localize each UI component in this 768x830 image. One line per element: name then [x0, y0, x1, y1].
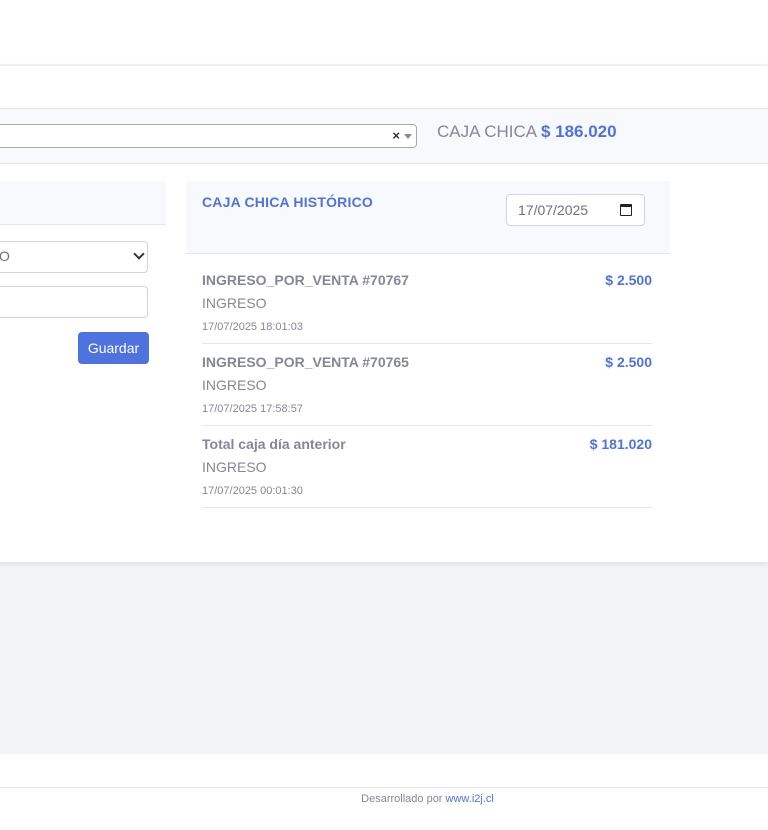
form-panel-header — [0, 181, 166, 225]
amount-input[interactable] — [0, 286, 148, 318]
footer-link[interactable]: www.i2j.cl — [446, 793, 494, 805]
item-name: INGRESO_POR_VENTA #70767 — [202, 272, 409, 288]
item-timestamp: 17/07/2025 18:01:03 — [202, 321, 303, 333]
item-timestamp: 17/07/2025 00:01:30 — [202, 485, 303, 497]
item-amount: $ 2.500 — [605, 354, 652, 370]
save-button[interactable]: Guardar — [78, 332, 149, 364]
item-type: INGRESO — [202, 459, 267, 475]
date-value: 17/07/2025 — [518, 202, 589, 218]
caja-chica-label: CAJA CHICA — [437, 122, 537, 141]
chevron-down-icon — [133, 248, 145, 260]
item-amount: $ 181.020 — [589, 436, 652, 452]
type-select-value: O — [0, 248, 10, 264]
item-type: INGRESO — [202, 377, 267, 393]
item-select[interactable]: × — [0, 124, 417, 148]
list-item: INGRESO_POR_VENTA #70767 $ 2.500 INGRESO… — [202, 262, 652, 344]
type-select[interactable]: O — [0, 241, 148, 273]
history-title: CAJA CHICA HISTÓRICO — [202, 194, 373, 210]
footer-text: Desarrollado por — [361, 793, 443, 805]
top-bar — [0, 0, 768, 64]
caja-chica-summary: CAJA CHICA $ 186.020 — [437, 122, 617, 142]
item-name: INGRESO_POR_VENTA #70765 — [202, 354, 409, 370]
item-type: INGRESO — [202, 295, 267, 311]
calendar-icon[interactable] — [620, 204, 632, 216]
item-amount: $ 2.500 — [605, 272, 652, 288]
footer: Desarrollado por www.i2j.cl — [0, 793, 768, 805]
caja-chica-amount: $ 186.020 — [540, 122, 617, 141]
item-timestamp: 17/07/2025 17:58:57 — [202, 403, 303, 415]
item-name: Total caja día anterior — [202, 436, 346, 452]
dropdown-arrow-icon[interactable] — [404, 134, 412, 139]
list-item: INGRESO_POR_VENTA #70765 $ 2.500 INGRESO… — [202, 344, 652, 426]
history-list: INGRESO_POR_VENTA #70767 $ 2.500 INGRESO… — [202, 262, 652, 508]
list-item: Total caja día anterior $ 181.020 INGRES… — [202, 426, 652, 508]
history-header: CAJA CHICA HISTÓRICO 17/07/2025 — [186, 181, 670, 254]
footer-divider — [0, 787, 768, 788]
date-input[interactable]: 17/07/2025 — [506, 194, 645, 226]
clear-icon[interactable]: × — [392, 128, 400, 143]
